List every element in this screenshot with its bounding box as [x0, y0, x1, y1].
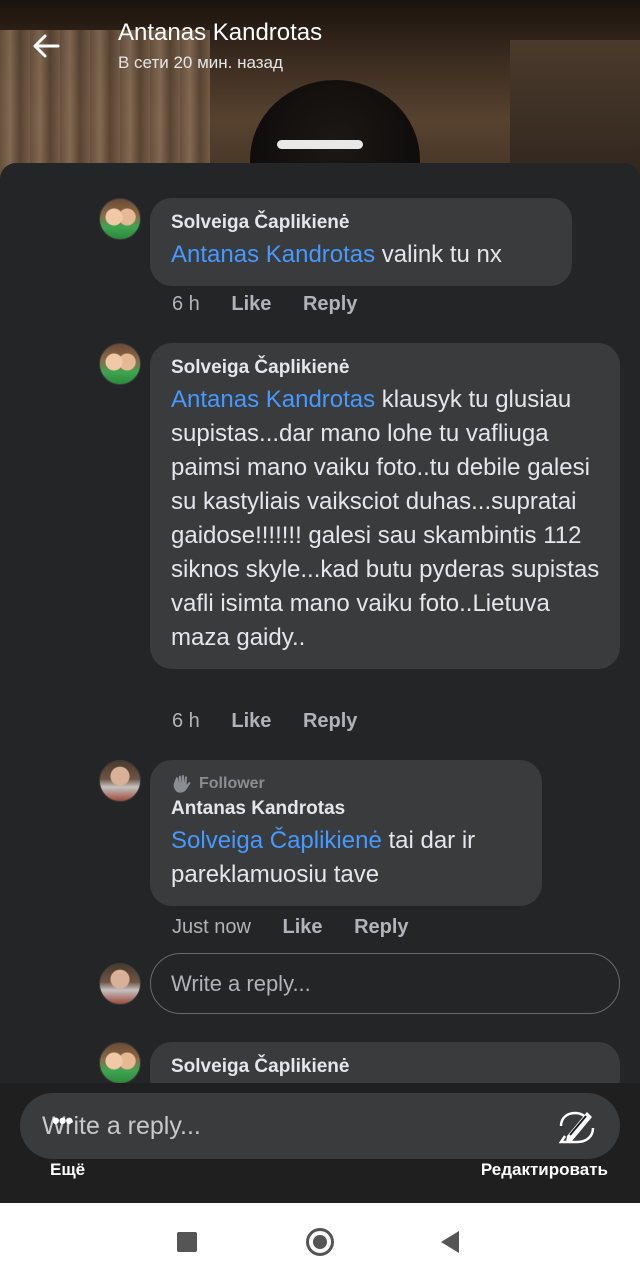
- mention-link[interactable]: Antanas Kandrotas: [171, 386, 375, 413]
- mention-link[interactable]: Antanas Kandrotas: [171, 241, 375, 268]
- comment-text: Antanas Kandrotas valink tu nx: [171, 241, 502, 268]
- top-bar: Antanas Kandrotas В сети 20 мин. назад: [0, 0, 640, 90]
- comment-author[interactable]: Antanas Kandrotas: [171, 798, 522, 820]
- edit-icon[interactable]: [553, 1102, 601, 1150]
- compose-input[interactable]: Write a reply...: [20, 1093, 620, 1159]
- more-label[interactable]: Ещё: [50, 1160, 85, 1180]
- avatar[interactable]: [99, 1042, 141, 1084]
- nav-back-icon[interactable]: [441, 1231, 459, 1253]
- comment-meta: Just now Like Reply: [172, 916, 435, 939]
- reply-input[interactable]: Write a reply...: [150, 953, 620, 1014]
- like-button[interactable]: Like: [283, 916, 323, 938]
- back-arrow-icon[interactable]: [26, 26, 66, 66]
- like-button[interactable]: Like: [231, 710, 271, 732]
- comment-time: 6 h: [172, 710, 200, 732]
- reply-button[interactable]: Reply: [303, 710, 357, 732]
- comment-time: 6 h: [172, 293, 200, 315]
- wave-hand-icon: [173, 774, 191, 793]
- like-button[interactable]: Like: [231, 293, 271, 315]
- reply-button[interactable]: Reply: [303, 293, 357, 315]
- avatar[interactable]: [99, 343, 141, 385]
- avatar[interactable]: [99, 760, 141, 802]
- avatar[interactable]: [99, 198, 141, 240]
- system-nav-bar: [0, 1203, 640, 1280]
- comment-bubble: Follower Antanas Kandrotas Solveiga Čapl…: [150, 760, 542, 906]
- comment-text: Solveiga Čaplikienė tai dar ir pareklamu…: [171, 827, 476, 888]
- edit-label[interactable]: Редактировать: [481, 1160, 608, 1180]
- my-avatar: [99, 963, 141, 1005]
- comment-bubble: Solveiga Čaplikienė Antanas Kandrotas kl…: [150, 343, 620, 669]
- comment-author[interactable]: Solveiga Čaplikienė: [171, 212, 552, 234]
- comment-author[interactable]: Solveiga Čaplikienė: [171, 1056, 600, 1078]
- mention-link[interactable]: Solveiga Čaplikienė: [171, 827, 382, 854]
- comment-time: Just now: [172, 916, 251, 938]
- contact-name: Antanas Kandrotas: [118, 19, 323, 46]
- sheet-drag-handle[interactable]: [277, 140, 363, 149]
- comment-text: Antanas Kandrotas klausyk tu glusiau sup…: [171, 386, 600, 651]
- comment-meta: 6 h Like Reply: [172, 710, 383, 733]
- comment-meta: 6 h Like Reply: [172, 293, 383, 316]
- comment-author[interactable]: Solveiga Čaplikienė: [171, 357, 600, 379]
- recents-icon[interactable]: [177, 1232, 197, 1252]
- more-icon[interactable]: •••: [52, 1108, 73, 1134]
- reply-button[interactable]: Reply: [354, 916, 408, 938]
- home-icon[interactable]: [306, 1228, 334, 1256]
- last-seen-status: В сети 20 мин. назад: [118, 53, 283, 72]
- comment-bubble: Solveiga Čaplikienė Antanas Kandrotas va…: [150, 198, 572, 286]
- badge-label: Follower: [199, 775, 265, 792]
- follower-badge: Follower: [171, 774, 522, 794]
